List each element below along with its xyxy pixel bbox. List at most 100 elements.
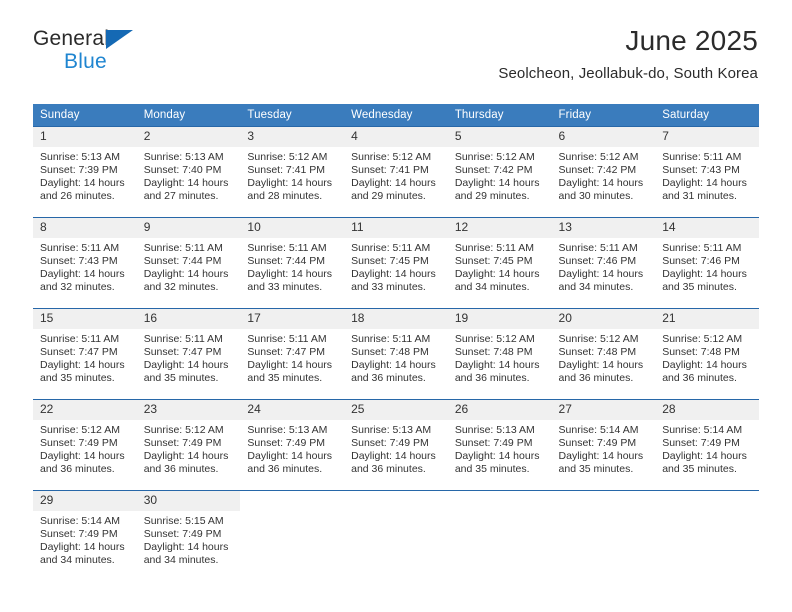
day-sun-info: Sunrise: 5:11 AM Sunset: 7:47 PM Daylight:…	[240, 329, 344, 386]
daylight-text: Daylight: 14 hours and 36 minutes.	[143, 450, 229, 476]
calendar-day-cell[interactable]: 4 Sunrise: 5:12 AM Sunset: 7:41 PM Daylight…	[344, 126, 448, 218]
calendar-day-cell[interactable]: 16 Sunrise: 5:11 AM Sunset: 7:47 PM Dayligh…	[136, 308, 241, 400]
day-sun-info: Sunrise: 5:12 AM Sunset: 7:48 PM Daylight:…	[655, 329, 759, 386]
calendar-week-row: 15 Sunrise: 5:11 AM Sunset: 7:47 PM Dayligh…	[33, 308, 759, 400]
sunset-text: Sunset: 7:49 PM	[247, 437, 326, 449]
calendar-day-cell[interactable]: 22 Sunrise: 5:12 AM Sunset: 7:49 PM Dayligh…	[33, 399, 137, 491]
sunrise-text: Sunrise: 5:12 AM	[662, 332, 743, 345]
day-sun-info: Sunrise: 5:13 AM Sunset: 7:39 PM Daylight:…	[33, 147, 137, 204]
daylight-text: Daylight: 14 hours and 36 minutes.	[351, 359, 436, 385]
sunset-text: Sunset: 7:39 PM	[40, 164, 118, 176]
sunrise-text: Sunrise: 5:14 AM	[40, 514, 120, 527]
day-sun-info: Sunrise: 5:11 AM Sunset: 7:46 PM Daylight:…	[552, 238, 656, 295]
day-number: 21	[655, 309, 759, 329]
sunset-text: Sunset: 7:47 PM	[40, 346, 118, 358]
day-sun-info: Sunrise: 5:14 AM Sunset: 7:49 PM Daylight:…	[655, 420, 759, 477]
calendar-day-cell[interactable]: 2 Sunrise: 5:13 AM Sunset: 7:40 PM Daylight…	[136, 126, 241, 218]
sunrise-text: Sunrise: 5:13 AM	[351, 423, 432, 436]
day-number: 2	[136, 127, 241, 147]
sunrise-text: Sunrise: 5:11 AM	[351, 332, 431, 345]
calendar-day-cell[interactable]: 24 Sunrise: 5:13 AM Sunset: 7:49 PM Dayligh…	[240, 399, 345, 491]
calendar-day-cell[interactable]: 19 Sunrise: 5:12 AM Sunset: 7:48 PM Dayligh…	[447, 308, 552, 400]
calendar-week-row: 8 Sunrise: 5:11 AM Sunset: 7:43 PM Daylight…	[33, 217, 759, 309]
sunrise-text: Sunrise: 5:11 AM	[247, 241, 327, 254]
calendar-day-cell[interactable]: 27 Sunrise: 5:14 AM Sunset: 7:49 PM Dayligh…	[551, 399, 656, 491]
sunrise-text: Sunrise: 5:11 AM	[40, 241, 120, 254]
calendar-day-cell[interactable]: 11 Sunrise: 5:11 AM Sunset: 7:45 PM Dayligh…	[344, 217, 448, 309]
day-sun-info: Sunrise: 5:12 AM Sunset: 7:41 PM Daylight:…	[344, 147, 448, 204]
calendar-day-cell[interactable]: 17 Sunrise: 5:11 AM Sunset: 7:47 PM Dayligh…	[240, 308, 345, 400]
calendar-header-row: Sunday Monday Tuesday Wednesday Thursday…	[33, 104, 759, 127]
sunrise-text: Sunrise: 5:11 AM	[40, 332, 120, 345]
calendar-day-cell[interactable]: 20 Sunrise: 5:12 AM Sunset: 7:48 PM Dayligh…	[551, 308, 656, 400]
day-sun-info: Sunrise: 5:15 AM Sunset: 7:49 PM Daylight:…	[137, 511, 241, 568]
calendar-day-cell[interactable]: 15 Sunrise: 5:11 AM Sunset: 7:47 PM Dayligh…	[33, 308, 137, 400]
daylight-text: Daylight: 14 hours and 36 minutes.	[558, 359, 644, 385]
day-sun-info: Sunrise: 5:11 AM Sunset: 7:44 PM Daylight:…	[137, 238, 241, 295]
daylight-text: Daylight: 14 hours and 35 minutes.	[454, 450, 540, 476]
sunset-text: Sunset: 7:47 PM	[143, 346, 222, 358]
sunrise-text: Sunrise: 5:13 AM	[247, 423, 328, 436]
daylight-text: Daylight: 14 hours and 35 minutes.	[40, 359, 125, 385]
calendar-day-cell[interactable]: 12 Sunrise: 5:11 AM Sunset: 7:45 PM Dayligh…	[447, 217, 552, 309]
calendar-day-cell[interactable]: 14 Sunrise: 5:11 AM Sunset: 7:46 PM Dayligh…	[655, 217, 759, 309]
calendar-day-cell[interactable]: 3 Sunrise: 5:12 AM Sunset: 7:41 PM Daylight…	[240, 126, 345, 218]
daylight-text: Daylight: 14 hours and 35 minutes.	[558, 450, 644, 476]
calendar-week-row: 22 Sunrise: 5:12 AM Sunset: 7:49 PM Dayligh…	[33, 399, 759, 491]
day-number: 25	[344, 400, 448, 420]
calendar-page: General Blue June 2025 Seolcheon, Jeolla…	[0, 0, 792, 612]
calendar-day-cell[interactable]: 6 Sunrise: 5:12 AM Sunset: 7:42 PM Daylight…	[551, 126, 656, 218]
daylight-text: Daylight: 14 hours and 36 minutes.	[351, 450, 436, 476]
calendar-day-cell-empty	[447, 490, 552, 575]
daylight-text: Daylight: 14 hours and 26 minutes.	[40, 177, 125, 203]
daylight-text: Daylight: 14 hours and 35 minutes.	[143, 359, 229, 385]
daylight-text: Daylight: 14 hours and 34 minutes.	[40, 541, 125, 567]
calendar-day-cell[interactable]: 26 Sunrise: 5:13 AM Sunset: 7:49 PM Dayligh…	[447, 399, 552, 491]
day-sun-info: Sunrise: 5:11 AM Sunset: 7:44 PM Daylight:…	[240, 238, 344, 295]
calendar-day-cell-empty	[344, 490, 448, 575]
calendar-day-cell[interactable]: 5 Sunrise: 5:12 AM Sunset: 7:42 PM Daylight…	[447, 126, 552, 218]
weekday-header-monday: Monday	[136, 104, 241, 127]
day-number: 30	[136, 491, 241, 511]
day-sun-info: Sunrise: 5:11 AM Sunset: 7:45 PM Daylight:…	[344, 238, 448, 295]
calendar-day-cell[interactable]: 7 Sunrise: 5:11 AM Sunset: 7:43 PM Daylight…	[655, 126, 759, 218]
daylight-text: Daylight: 14 hours and 33 minutes.	[247, 268, 333, 294]
weekday-header-wednesday: Wednesday	[344, 104, 448, 127]
day-number: 15	[33, 309, 137, 329]
sunrise-text: Sunrise: 5:12 AM	[247, 150, 328, 163]
day-sun-info: Sunrise: 5:12 AM Sunset: 7:49 PM Daylight:…	[33, 420, 137, 477]
day-number: 23	[136, 400, 241, 420]
day-number: 11	[344, 218, 448, 238]
sunrise-text: Sunrise: 5:11 AM	[662, 241, 742, 254]
calendar-body: 1 Sunrise: 5:13 AM Sunset: 7:39 PM Daylight…	[33, 126, 759, 575]
sunset-text: Sunset: 7:45 PM	[351, 255, 429, 267]
calendar-day-cell[interactable]: 9 Sunrise: 5:11 AM Sunset: 7:44 PM Daylight…	[136, 217, 241, 309]
sunrise-text: Sunrise: 5:12 AM	[454, 150, 535, 163]
calendar-day-cell[interactable]: 8 Sunrise: 5:11 AM Sunset: 7:43 PM Daylight…	[33, 217, 137, 309]
logo-triangle-icon	[106, 30, 133, 49]
calendar-day-cell[interactable]: 25 Sunrise: 5:13 AM Sunset: 7:49 PM Dayligh…	[344, 399, 448, 491]
calendar-day-cell[interactable]: 23 Sunrise: 5:12 AM Sunset: 7:49 PM Dayligh…	[136, 399, 241, 491]
sunset-text: Sunset: 7:43 PM	[40, 255, 118, 267]
calendar-day-cell[interactable]: 21 Sunrise: 5:12 AM Sunset: 7:48 PM Dayligh…	[655, 308, 759, 400]
calendar-day-cell[interactable]: 13 Sunrise: 5:11 AM Sunset: 7:46 PM Dayligh…	[551, 217, 656, 309]
calendar-day-cell[interactable]: 29 Sunrise: 5:14 AM Sunset: 7:49 PM Dayligh…	[33, 490, 137, 575]
sunrise-text: Sunrise: 5:13 AM	[143, 150, 224, 163]
day-number: 5	[447, 127, 552, 147]
daylight-text: Daylight: 14 hours and 35 minutes.	[662, 268, 747, 294]
weekday-header-tuesday: Tuesday	[240, 104, 345, 127]
sunrise-text: Sunrise: 5:12 AM	[40, 423, 120, 436]
calendar-week-row: 29 Sunrise: 5:14 AM Sunset: 7:49 PM Dayligh…	[33, 490, 759, 575]
sunrise-text: Sunrise: 5:14 AM	[662, 423, 743, 436]
calendar-day-cell[interactable]: 18 Sunrise: 5:11 AM Sunset: 7:48 PM Dayligh…	[344, 308, 448, 400]
day-number	[655, 491, 759, 509]
calendar-day-cell[interactable]: 1 Sunrise: 5:13 AM Sunset: 7:39 PM Daylight…	[33, 126, 137, 218]
day-sun-info: Sunrise: 5:12 AM Sunset: 7:48 PM Daylight:…	[552, 329, 656, 386]
day-number: 1	[33, 127, 137, 147]
general-blue-logo[interactable]: General Blue	[33, 28, 233, 78]
calendar-day-cell[interactable]: 30 Sunrise: 5:15 AM Sunset: 7:49 PM Dayligh…	[136, 490, 241, 575]
day-number	[448, 491, 552, 509]
calendar-day-cell[interactable]: 10 Sunrise: 5:11 AM Sunset: 7:44 PM Dayligh…	[240, 217, 345, 309]
day-number: 10	[240, 218, 345, 238]
calendar-day-cell[interactable]: 28 Sunrise: 5:14 AM Sunset: 7:49 PM Dayligh…	[655, 399, 759, 491]
